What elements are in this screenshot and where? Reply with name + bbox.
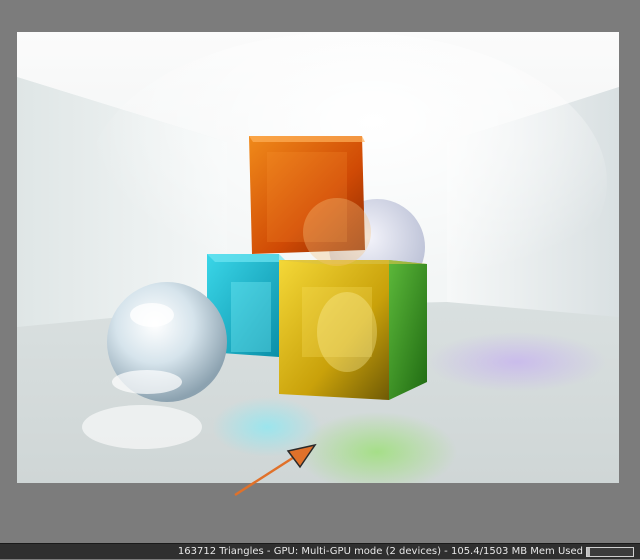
status-text: 163712 Triangles - GPU: Multi-GPU mode (… [177, 545, 583, 557]
memory-usage-meter [586, 546, 634, 557]
rendered-image[interactable] [17, 32, 619, 483]
render-viewport[interactable] [0, 0, 640, 543]
status-bar: 163712 Triangles - GPU: Multi-GPU mode (… [0, 543, 640, 559]
memory-usage-fill [587, 547, 591, 556]
